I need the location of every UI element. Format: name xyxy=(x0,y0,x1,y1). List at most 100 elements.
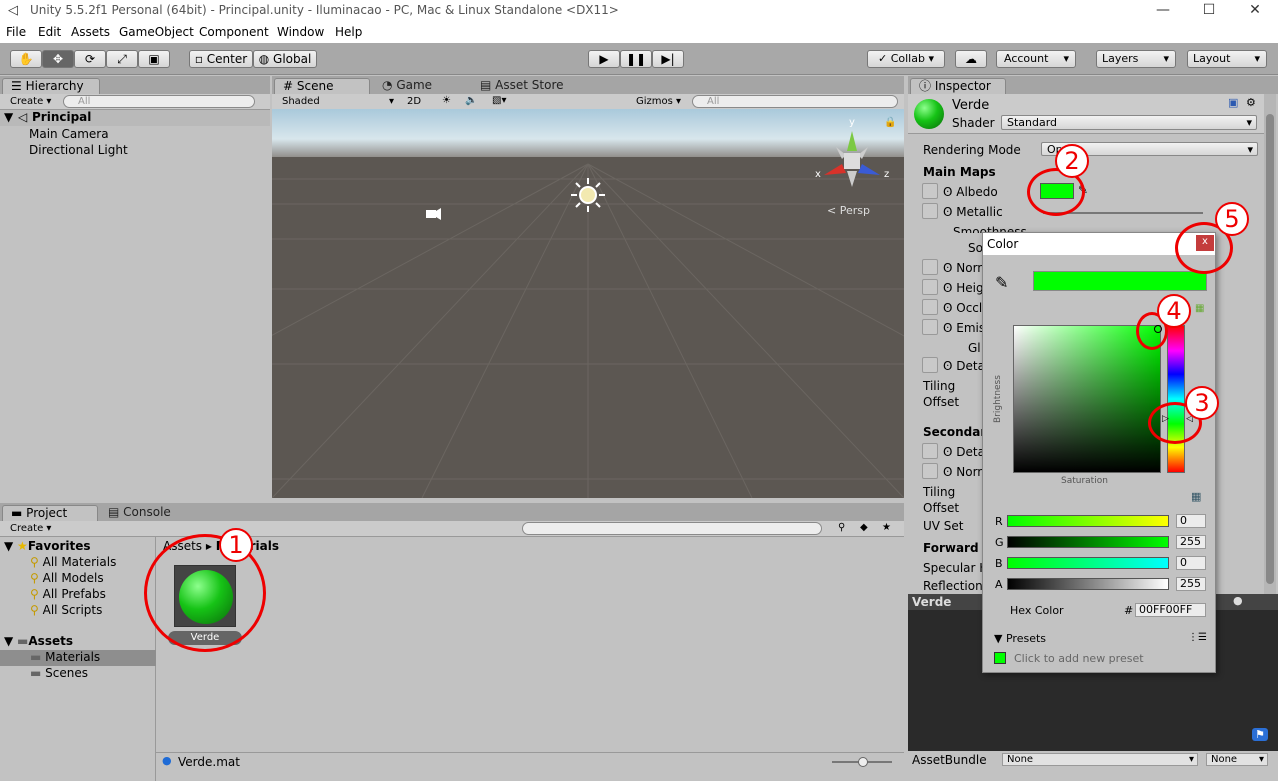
r-value-field[interactable]: 0 xyxy=(1176,514,1206,528)
assets-row[interactable]: ▼ ▬Assets xyxy=(4,634,73,648)
pause-button[interactable]: ❚❚ xyxy=(620,50,652,68)
albedo-texture-slot[interactable] xyxy=(922,183,938,199)
slider-mode-icon[interactable]: ▦ xyxy=(1191,490,1201,503)
favorites-row[interactable]: ▼ ★Favorites xyxy=(4,539,91,553)
hierarchy-create-dropdown[interactable]: Create ▾ xyxy=(10,96,51,107)
b-value-field[interactable]: 0 xyxy=(1176,556,1206,570)
project-create-dropdown[interactable]: Create ▾ xyxy=(10,523,51,534)
g-slider[interactable] xyxy=(1007,536,1169,548)
rect-tool-button[interactable]: ▣ xyxy=(138,50,170,68)
filter-type-icon[interactable]: ⚲ xyxy=(838,522,845,533)
hierarchy-item-directional-light[interactable]: Directional Light xyxy=(29,143,128,157)
preview-light-icon[interactable]: ● xyxy=(1233,594,1243,607)
menu-file[interactable]: File xyxy=(6,25,26,39)
a-value-field[interactable]: 255 xyxy=(1176,577,1206,591)
folder-materials[interactable]: ▬ Materials xyxy=(0,650,156,666)
shader-dropdown[interactable]: Standard ▾ xyxy=(1001,115,1257,130)
folder-scenes[interactable]: ▬ Scenes xyxy=(30,666,88,680)
hand-tool-button[interactable]: ✋ xyxy=(10,50,42,68)
tab-hierarchy[interactable]: ☰ Hierarchy xyxy=(2,78,100,94)
hierarchy-search-input[interactable]: All xyxy=(63,95,255,108)
presets-foldout[interactable]: ▼ Presets xyxy=(994,632,1046,645)
scale-tool-button[interactable]: ⤢ xyxy=(106,50,138,68)
assetbundle-variant-dropdown[interactable]: None ▾ xyxy=(1206,753,1268,766)
occlusion-texture-slot[interactable] xyxy=(922,299,938,315)
sun-icon[interactable] xyxy=(571,178,605,212)
rotate-tool-button[interactable]: ⟳ xyxy=(74,50,106,68)
metallic-texture-slot[interactable] xyxy=(922,203,938,219)
fav-all-prefabs[interactable]: ⚲ All Prefabs xyxy=(30,587,106,601)
icon-size-slider[interactable] xyxy=(832,757,892,767)
tab-console[interactable]: ▤ Console xyxy=(108,505,171,519)
hex-color-input[interactable]: 00FF00FF xyxy=(1135,603,1206,617)
inspector-scrollbar[interactable] xyxy=(1264,94,1276,594)
lock-icon[interactable]: 🔒 xyxy=(884,117,896,128)
scene-root-row[interactable]: ▼ ◁ Principal xyxy=(0,110,270,126)
menu-window[interactable]: Window xyxy=(277,25,324,39)
gear-icon[interactable]: ⚙ xyxy=(1246,96,1256,109)
step-button[interactable]: ▶| xyxy=(652,50,684,68)
project-footer: ● Verde.mat xyxy=(156,752,904,770)
menu-help[interactable]: Help xyxy=(335,25,362,39)
filter-label-icon[interactable]: ◆ xyxy=(860,522,868,533)
menu-gameobject[interactable]: GameObject xyxy=(119,25,194,39)
scene-viewport[interactable]: y x z 🔒 < Persp xyxy=(272,109,904,498)
fav-all-materials[interactable]: ⚲ All Materials xyxy=(30,555,116,569)
favorite-star-icon[interactable]: ★ xyxy=(882,522,891,533)
menu-assets[interactable]: Assets xyxy=(71,25,110,39)
pacman-icon: ◔ xyxy=(382,78,393,92)
play-button[interactable]: ▶ xyxy=(588,50,620,68)
b-slider[interactable] xyxy=(1007,557,1169,569)
preset-swatch[interactable] xyxy=(994,652,1006,664)
assetbundle-dropdown[interactable]: None ▾ xyxy=(1002,753,1198,766)
layers-dropdown[interactable]: Layers ▾ xyxy=(1096,50,1176,68)
book-help-icon[interactable]: ▣ xyxy=(1228,96,1238,109)
account-dropdown[interactable]: Account ▾ xyxy=(996,50,1076,68)
layout-dropdown[interactable]: Layout ▾ xyxy=(1187,50,1267,68)
tab-asset-store[interactable]: ▤ Asset Store xyxy=(480,78,564,92)
menu-component[interactable]: Component xyxy=(199,25,269,39)
shading-dropdown[interactable]: Shaded ▾ xyxy=(282,96,394,107)
tab-project[interactable]: ▬ Project xyxy=(2,505,98,521)
star-icon: ★ xyxy=(17,539,28,553)
cloud-button[interactable]: ☁ xyxy=(955,50,987,68)
lighting-toggle-icon[interactable]: ☀ xyxy=(442,95,451,106)
hierarchy-item-main-camera[interactable]: Main Camera xyxy=(29,127,109,141)
pivot-global-button[interactable]: ◍ Global xyxy=(253,50,317,68)
gizmos-dropdown[interactable]: Gizmos ▾ xyxy=(636,96,681,107)
emission-checkbox[interactable] xyxy=(922,319,938,335)
project-search-input[interactable] xyxy=(522,522,822,535)
tab-scene[interactable]: # Scene xyxy=(274,78,370,94)
scene-search-input[interactable]: All xyxy=(692,95,898,108)
hue-slider[interactable]: ▷ ◁ xyxy=(1162,325,1193,473)
saturation-brightness-field[interactable] xyxy=(1013,325,1162,473)
fav-all-scripts[interactable]: ⚲ All Scripts xyxy=(30,603,102,617)
minimize-button[interactable]: — xyxy=(1140,0,1186,22)
tab-game[interactable]: ◔ Game xyxy=(382,78,432,92)
normal-texture-slot[interactable] xyxy=(922,259,938,275)
g-value-field[interactable]: 255 xyxy=(1176,535,1206,549)
effects-dropdown-icon[interactable]: ▧▾ xyxy=(492,95,506,106)
maximize-button[interactable]: ☐ xyxy=(1186,0,1232,22)
detail-normal-slot[interactable] xyxy=(922,463,938,479)
menu-edit[interactable]: Edit xyxy=(38,25,61,39)
audio-toggle-icon[interactable]: 🔈 xyxy=(465,95,477,106)
height-texture-slot[interactable] xyxy=(922,279,938,295)
cloud-icon: ☁ xyxy=(965,52,977,66)
tab-inspector[interactable]: ⓘ Inspector xyxy=(910,78,1006,94)
pivot-center-button[interactable]: ▫ Center xyxy=(189,50,253,68)
detail-mask-slot[interactable] xyxy=(922,357,938,373)
a-slider[interactable] xyxy=(1007,578,1169,590)
color-mode-icon[interactable]: ▦ xyxy=(1195,303,1204,314)
move-tool-button[interactable]: ✥ xyxy=(42,50,74,68)
persp-label[interactable]: < Persp xyxy=(827,204,870,217)
eyedropper-icon[interactable]: ✎ xyxy=(995,273,1008,292)
close-window-button[interactable]: ✕ xyxy=(1232,0,1278,22)
collab-dropdown[interactable]: ✓ Collab ▾ xyxy=(867,50,945,68)
detail-albedo-slot[interactable] xyxy=(922,443,938,459)
mode-2d-toggle[interactable]: 2D xyxy=(407,96,421,107)
presets-menu-icon[interactable]: ⋮☰ xyxy=(1188,632,1207,643)
r-slider[interactable] xyxy=(1007,515,1169,527)
tag-icon[interactable]: ⚑ xyxy=(1252,728,1268,741)
fav-all-models[interactable]: ⚲ All Models xyxy=(30,571,104,585)
